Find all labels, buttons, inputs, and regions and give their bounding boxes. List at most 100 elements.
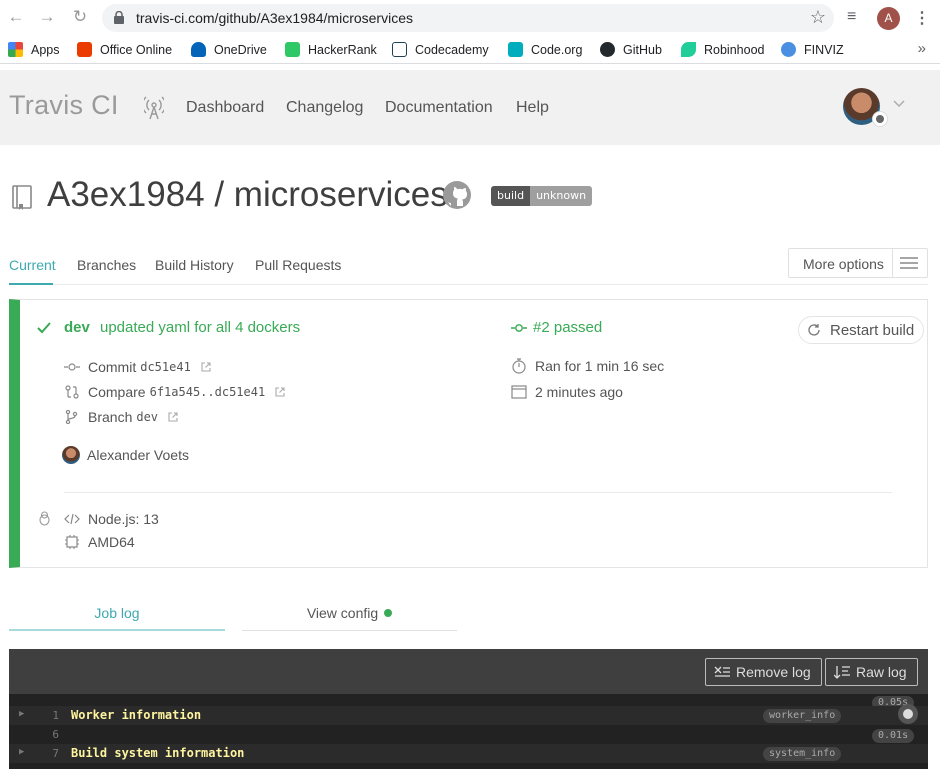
- compare-range[interactable]: 6f1a545..dc51e41: [150, 385, 266, 399]
- remove-log-button[interactable]: Remove log: [705, 658, 822, 686]
- branch-row: Branch dev: [64, 409, 178, 425]
- nav-help[interactable]: Help: [516, 99, 549, 117]
- back-icon[interactable]: ←: [6, 7, 26, 27]
- media-control-icon[interactable]: ≡: [847, 8, 856, 26]
- log-line-number[interactable]: 7: [39, 747, 59, 760]
- bookmark-label: Apps: [31, 42, 60, 57]
- tab-branches[interactable]: Branches: [77, 257, 136, 273]
- commit-icon: [64, 363, 80, 371]
- bookmark-robinhood[interactable]: Robinhood: [681, 42, 764, 57]
- log-line[interactable]: ▶ 1 Worker information worker_info: [9, 706, 928, 725]
- log-line-number[interactable]: 6: [39, 728, 59, 741]
- view-config-tab-line: [242, 630, 457, 631]
- finished-row: 2 minutes ago: [511, 384, 623, 400]
- browser-menu-icon[interactable]: ⋮: [914, 8, 930, 28]
- forward-icon[interactable]: →: [37, 7, 57, 27]
- bookmarks-overflow-icon[interactable]: »: [918, 40, 926, 57]
- log-toolbar: Remove log Raw log: [9, 649, 928, 694]
- browser-profile-avatar[interactable]: A: [877, 7, 900, 30]
- log-line[interactable]: 6: [9, 725, 928, 744]
- card-divider: [64, 492, 892, 493]
- apps-grid-icon: [8, 42, 23, 57]
- tab-job-log[interactable]: Job log: [9, 605, 225, 621]
- travis-logo[interactable]: Travis CI: [9, 90, 119, 121]
- external-link-icon[interactable]: [201, 362, 211, 372]
- address-bar[interactable]: travis-ci.com/github/A3ex1984/microservi…: [102, 4, 834, 32]
- calendar-icon: [511, 385, 527, 399]
- nav-changelog[interactable]: Changelog: [286, 99, 363, 117]
- log-fold-tag: system_info: [763, 747, 842, 761]
- bookmark-star-icon[interactable]: ☆: [810, 7, 826, 28]
- compare-row: Compare 6f1a545..dc51e41: [64, 384, 285, 400]
- check-icon: [37, 322, 51, 334]
- commit-node-icon: [511, 323, 527, 332]
- job-log-tab-indicator: [9, 629, 225, 631]
- log-time-badge: 0.01s: [872, 729, 915, 743]
- robinhood-icon: [681, 42, 696, 57]
- refresh-icon: [808, 324, 820, 336]
- nav-dashboard[interactable]: Dashboard: [186, 99, 264, 117]
- bookmark-code-org[interactable]: Code.org: [508, 42, 582, 57]
- bookmark-label: FINVIZ: [804, 42, 844, 57]
- raw-log-icon: [834, 666, 850, 679]
- raw-log-label: Raw log: [856, 664, 907, 680]
- bookmark-finviz[interactable]: FINVIZ: [781, 42, 844, 57]
- restart-build-button[interactable]: Restart build: [798, 316, 924, 344]
- tab-pull-requests[interactable]: Pull Requests: [255, 257, 341, 273]
- tab-view-config[interactable]: View config: [242, 605, 457, 621]
- more-options-divider: [892, 249, 893, 277]
- bookmark-hackerrank[interactable]: HackerRank: [285, 42, 377, 57]
- raw-log-button[interactable]: Raw log: [825, 658, 918, 686]
- onedrive-icon: [191, 42, 206, 57]
- repo-title: A3ex1984 / microservices: [47, 175, 448, 214]
- bookmark-apps[interactable]: Apps: [8, 42, 60, 57]
- build-commit-message[interactable]: updated yaml for all 4 dockers: [100, 319, 300, 336]
- github-icon: [600, 42, 615, 57]
- bookmark-label: GitHub: [623, 42, 662, 57]
- remove-log-label: Remove log: [736, 664, 811, 680]
- build-status-badge[interactable]: build unknown: [491, 186, 593, 206]
- commit-sha[interactable]: dc51e41: [140, 360, 191, 374]
- tabs-divider: [9, 284, 928, 285]
- code-org-icon: [508, 42, 523, 57]
- log-scroll-handle[interactable]: [898, 704, 918, 724]
- bookmark-label: HackerRank: [308, 42, 377, 57]
- codecademy-icon: [392, 42, 407, 57]
- bookmark-github[interactable]: GitHub: [600, 42, 662, 57]
- github-logo-icon[interactable]: [442, 180, 472, 210]
- log-line-number[interactable]: 1: [39, 709, 59, 722]
- branch-value[interactable]: dev: [136, 410, 158, 424]
- build-number-status[interactable]: #2 passed: [511, 319, 602, 336]
- bookmark-label: OneDrive: [214, 42, 267, 57]
- bookmark-codecademy[interactable]: Codecademy: [392, 42, 489, 57]
- bookmark-label: Code.org: [531, 42, 583, 57]
- build-branch-name[interactable]: dev: [64, 319, 90, 336]
- bookmarks-bar: Apps Office Online OneDrive HackerRank C…: [0, 36, 940, 64]
- build-arch: AMD64: [88, 534, 135, 550]
- fold-arrow-icon[interactable]: ▶: [19, 709, 24, 719]
- bookmark-office-online[interactable]: Office Online: [77, 42, 172, 57]
- external-link-icon[interactable]: [168, 412, 178, 422]
- tab-current[interactable]: Current: [9, 257, 56, 273]
- tab-build-history[interactable]: Build History: [155, 257, 234, 273]
- log-line[interactable]: ▶ 7 Build system information system_info: [9, 744, 928, 763]
- reload-icon[interactable]: ↻: [70, 7, 90, 27]
- nav-documentation[interactable]: Documentation: [385, 99, 493, 117]
- more-options-button[interactable]: More options: [788, 248, 928, 278]
- arch-row: AMD64: [64, 534, 135, 550]
- compare-icon: [65, 385, 79, 399]
- external-link-icon[interactable]: [275, 387, 285, 397]
- chevron-down-icon[interactable]: [893, 98, 905, 110]
- fold-arrow-icon[interactable]: ▶: [19, 747, 24, 757]
- log-output: 0.05s ▶ 1 Worker information worker_info…: [9, 694, 928, 769]
- commit-row: Commit dc51e41: [64, 359, 211, 375]
- log-line-text: Worker information: [71, 708, 202, 722]
- hackerrank-icon: [285, 42, 300, 57]
- linux-penguin-icon: [39, 511, 50, 526]
- author-row: Alexander Voets: [62, 446, 189, 464]
- build-finished-time: 2 minutes ago: [535, 384, 623, 400]
- broadcast-antenna-icon[interactable]: [144, 96, 164, 120]
- badge-value: unknown: [530, 186, 593, 206]
- bookmark-onedrive[interactable]: OneDrive: [191, 42, 267, 57]
- build-duration: Ran for 1 min 16 sec: [535, 358, 665, 374]
